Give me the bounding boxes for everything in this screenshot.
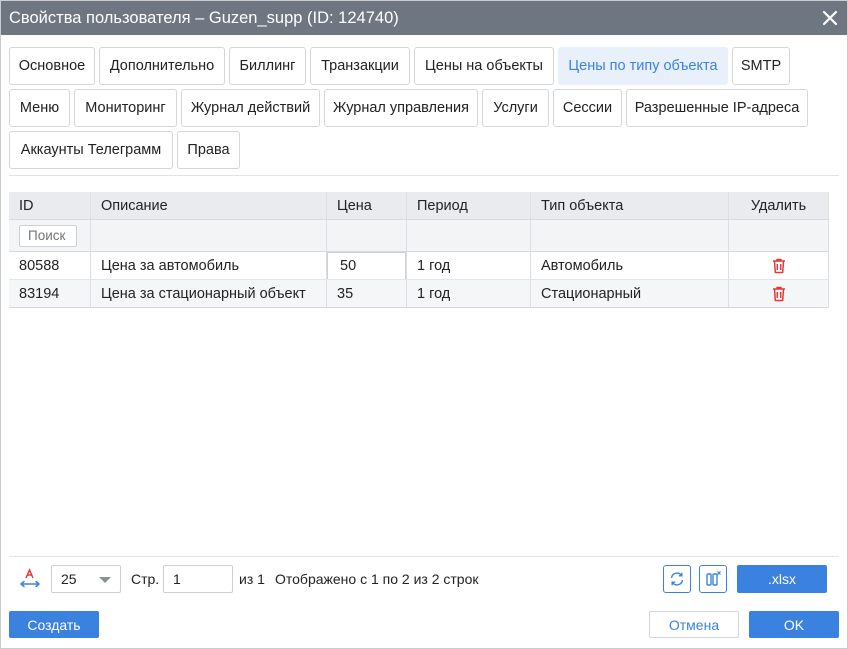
cell-id: 83194 xyxy=(9,280,91,307)
col-header-object-type[interactable]: Тип объекта xyxy=(531,192,729,219)
rows-summary: Отображено с 1 по 2 из 2 строк xyxy=(275,571,479,587)
close-button[interactable] xyxy=(817,5,843,31)
tab-sessions[interactable]: Сессии xyxy=(553,89,622,127)
export-xlsx-button[interactable]: .xlsx xyxy=(737,565,827,593)
table-row[interactable]: 83194 Цена за стационарный объект 35 1 г… xyxy=(9,280,829,308)
tab-menu[interactable]: Меню xyxy=(9,89,70,127)
cell-id: 80588 xyxy=(9,252,91,279)
dialog-titlebar: Свойства пользователя – Guzen_supp (ID: … xyxy=(1,1,847,35)
tab-billing[interactable]: Биллинг xyxy=(229,47,306,85)
col-header-delete[interactable]: Удалить xyxy=(729,192,829,219)
create-button[interactable]: Создать xyxy=(9,611,99,638)
cell-object-type: Стационарный xyxy=(531,280,729,307)
tab-rights[interactable]: Права xyxy=(177,131,240,169)
tab-prices-by-object-type[interactable]: Цены по типу объекта xyxy=(558,47,728,85)
font-size-icon xyxy=(20,568,40,588)
cell-description: Цена за автомобиль xyxy=(91,252,327,279)
dialog-title: Свойства пользователя – Guzen_supp (ID: … xyxy=(9,8,399,27)
page-input[interactable]: 1 xyxy=(163,565,233,593)
trash-icon xyxy=(772,258,785,273)
tab-main[interactable]: Основное xyxy=(9,47,95,85)
table-row[interactable]: 80588 Цена за автомобиль 50 1 год Автомо… xyxy=(9,252,829,280)
refresh-icon xyxy=(670,572,684,586)
grid-filter-row xyxy=(9,220,829,252)
tab-monitoring[interactable]: Мониторинг xyxy=(74,89,177,127)
tab-object-prices[interactable]: Цены на объекты xyxy=(414,47,554,85)
cancel-button[interactable]: Отмена xyxy=(649,611,739,638)
cell-period: 1 год xyxy=(407,280,531,307)
grid-header: ID Описание Цена Период Тип объекта Удал… xyxy=(9,192,829,220)
autofit-columns-button[interactable] xyxy=(19,568,41,593)
cell-price[interactable]: 35 xyxy=(327,280,407,307)
search-input[interactable] xyxy=(19,224,77,247)
columns-settings-icon xyxy=(706,571,721,586)
refresh-button[interactable] xyxy=(663,565,691,593)
tab-transactions[interactable]: Транзакции xyxy=(310,47,410,85)
cell-description: Цена за стационарный объект xyxy=(91,280,327,307)
price-input[interactable]: 50 xyxy=(327,252,406,279)
page-size-select[interactable]: 25 xyxy=(51,565,121,593)
tab-allowed-ip[interactable]: Разрешенные IP-адреса xyxy=(626,89,808,127)
tab-services[interactable]: Услуги xyxy=(482,89,549,127)
page-label: Стр. xyxy=(131,571,160,587)
tab-action-log[interactable]: Журнал действий xyxy=(181,89,320,127)
pager: 25 Стр. 1 из 1 Отображено с 1 по 2 из 2 … xyxy=(9,564,839,594)
close-icon xyxy=(822,10,838,26)
delete-button[interactable] xyxy=(729,280,829,307)
tab-smtp[interactable]: SMTP xyxy=(732,47,790,85)
col-header-price[interactable]: Цена xyxy=(327,192,407,219)
cell-period: 1 год xyxy=(407,252,531,279)
col-header-period[interactable]: Период xyxy=(407,192,531,219)
cell-object-type: Автомобиль xyxy=(531,252,729,279)
col-header-description[interactable]: Описание xyxy=(91,192,327,219)
tab-additional[interactable]: Дополнительно xyxy=(99,47,225,85)
columns-button[interactable] xyxy=(699,565,727,593)
delete-button[interactable] xyxy=(729,252,829,279)
trash-icon xyxy=(772,286,785,301)
divider xyxy=(9,175,839,176)
chevron-down-icon xyxy=(99,577,111,583)
divider xyxy=(9,556,839,557)
user-properties-dialog: Свойства пользователя – Guzen_supp (ID: … xyxy=(0,0,848,649)
col-header-id[interactable]: ID xyxy=(9,192,91,219)
ok-button[interactable]: OK xyxy=(749,611,839,638)
tab-control-log[interactable]: Журнал управления xyxy=(324,89,478,127)
tab-telegram-accounts[interactable]: Аккаунты Телеграмм xyxy=(9,131,173,169)
page-total: из 1 xyxy=(239,571,265,587)
